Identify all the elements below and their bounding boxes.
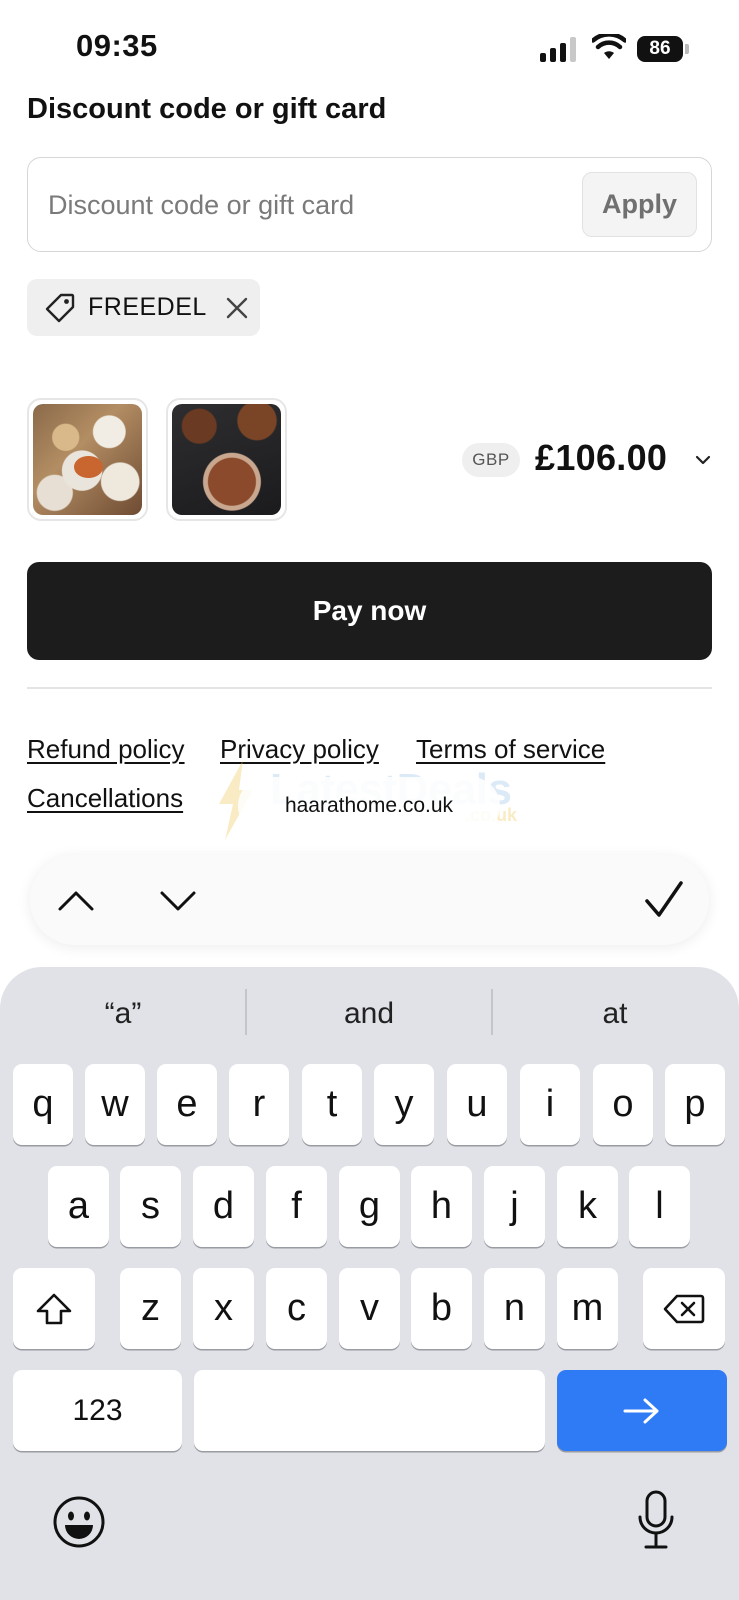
key-p[interactable]: p <box>665 1064 725 1145</box>
key-f[interactable]: f <box>266 1166 327 1247</box>
key-z[interactable]: z <box>120 1268 181 1349</box>
order-total[interactable]: £106.00 <box>535 437 667 479</box>
battery-level: 86 <box>637 36 683 62</box>
chevron-up-icon[interactable] <box>56 881 96 921</box>
chevron-down-icon[interactable] <box>158 881 198 921</box>
divider <box>27 687 712 689</box>
pay-now-button[interactable]: Pay now <box>27 562 712 660</box>
applied-code-chip: FREEDEL <box>27 279 260 336</box>
key-o[interactable]: o <box>593 1064 653 1145</box>
chevron-down-icon[interactable] <box>693 450 713 470</box>
key-w[interactable]: w <box>85 1064 145 1145</box>
backspace-key[interactable] <box>643 1268 725 1349</box>
key-x[interactable]: x <box>193 1268 254 1349</box>
key-m[interactable]: m <box>557 1268 618 1349</box>
key-h[interactable]: h <box>411 1166 472 1247</box>
checkmark-icon[interactable] <box>641 877 687 923</box>
key-c[interactable]: c <box>266 1268 327 1349</box>
discount-heading: Discount code or gift card <box>27 93 387 125</box>
key-y[interactable]: y <box>374 1064 434 1145</box>
product-thumbnail <box>27 398 148 521</box>
close-icon[interactable] <box>225 296 249 320</box>
microphone-icon[interactable] <box>636 1489 676 1551</box>
suggestion-3[interactable]: at <box>515 997 715 1031</box>
discount-code-input[interactable] <box>48 178 578 232</box>
key-s[interactable]: s <box>120 1166 181 1247</box>
shift-icon <box>36 1293 72 1324</box>
refund-policy-link[interactable]: Refund policy <box>27 734 185 765</box>
apply-button[interactable]: Apply <box>582 172 697 237</box>
battery-icon: 86 <box>637 36 689 62</box>
signal-icon <box>540 36 580 62</box>
go-key[interactable] <box>557 1370 727 1451</box>
suggestion-2[interactable]: and <box>269 997 469 1031</box>
shift-key[interactable] <box>13 1268 95 1349</box>
suggestion-1[interactable]: “a” <box>23 997 223 1031</box>
key-q[interactable]: q <box>13 1064 73 1145</box>
key-k[interactable]: k <box>557 1166 618 1247</box>
key-b[interactable]: b <box>411 1268 472 1349</box>
arrow-right-icon <box>623 1398 659 1423</box>
keyboard-accessory-bar <box>30 855 709 945</box>
numbers-key[interactable]: 123 <box>13 1370 182 1451</box>
key-l[interactable]: l <box>629 1166 690 1247</box>
wifi-icon <box>592 34 626 59</box>
food-platter-image <box>33 404 142 515</box>
key-u[interactable]: u <box>447 1064 507 1145</box>
key-g[interactable]: g <box>339 1166 400 1247</box>
domain-label[interactable]: haarathome.co.uk <box>238 777 500 835</box>
space-key[interactable] <box>194 1370 545 1451</box>
status-bar: 09:35 86 <box>0 0 739 90</box>
key-d[interactable]: d <box>193 1166 254 1247</box>
key-e[interactable]: e <box>157 1064 217 1145</box>
discount-field-container: Apply <box>27 157 712 252</box>
key-r[interactable]: r <box>229 1064 289 1145</box>
currency-badge: GBP <box>462 443 520 477</box>
key-i[interactable]: i <box>520 1064 580 1145</box>
key-v[interactable]: v <box>339 1268 400 1349</box>
key-j[interactable]: j <box>484 1166 545 1247</box>
status-time: 09:35 <box>76 28 158 63</box>
cancellations-link[interactable]: Cancellations <box>27 783 183 814</box>
keyboard: “a” and at q w e r t y u i o p a s d f g… <box>0 967 739 1600</box>
key-n[interactable]: n <box>484 1268 545 1349</box>
applied-code-label: FREEDEL <box>88 293 207 321</box>
backspace-icon <box>663 1294 705 1323</box>
key-t[interactable]: t <box>302 1064 362 1145</box>
emoji-icon[interactable] <box>52 1495 106 1549</box>
tag-icon <box>45 293 75 322</box>
product-thumbnail <box>166 398 287 521</box>
key-a[interactable]: a <box>48 1166 109 1247</box>
sauce-jar-image <box>172 404 281 515</box>
